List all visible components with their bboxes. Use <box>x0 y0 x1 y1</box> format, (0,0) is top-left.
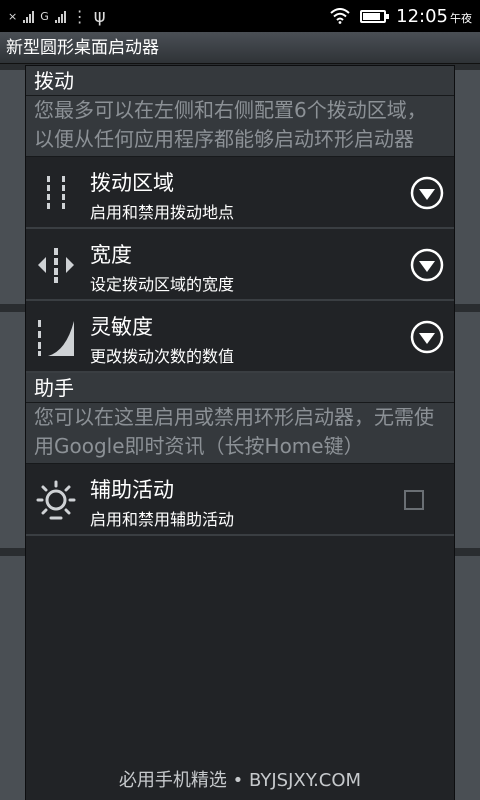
pref-summary: 启用和禁用辅助活动 <box>90 510 235 529</box>
more-icon: ⋮ <box>71 6 88 26</box>
status-bar: × G ⋮ ψ 12:05 午夜 <box>0 0 480 32</box>
chevron-down-icon[interactable] <box>410 248 444 282</box>
category-assist: 助手 <box>26 373 454 403</box>
pref-title: 宽度 <box>90 243 132 267</box>
category-swipe: 拨动 <box>26 66 454 96</box>
status-left: × G ⋮ ψ <box>8 6 106 27</box>
signal-icon <box>54 9 66 23</box>
battery-icon <box>360 9 390 23</box>
background-panel <box>454 312 480 548</box>
pref-sensitivity[interactable]: 灵敏度 更改拨动次数的数值 <box>26 301 454 373</box>
background-panel <box>454 556 480 800</box>
chevron-down-icon[interactable] <box>410 176 444 210</box>
pref-assist-activity[interactable]: 辅助活动 启用和禁用辅助活动 <box>26 464 454 536</box>
pref-summary: 更改拨动次数的数值 <box>90 347 235 366</box>
usb-icon: ψ <box>93 5 106 27</box>
clock: 12:05 <box>396 5 448 27</box>
wifi-icon <box>330 8 350 24</box>
background-panel <box>0 70 26 304</box>
chevron-down-icon[interactable] <box>410 320 444 354</box>
app-title: 新型圆形桌面启动器 <box>6 38 159 58</box>
pref-width[interactable]: 宽度 设定拨动区域的宽度 <box>26 229 454 301</box>
signal-icon <box>23 9 35 23</box>
pref-title: 拨动区域 <box>90 171 174 195</box>
clock-period: 午夜 <box>450 11 472 25</box>
sim1-label: × <box>8 9 18 23</box>
app-title-bar: 新型圆形桌面启动器 <box>0 32 480 64</box>
settings-panel: 拨动 您最多可以在左侧和右侧配置6个拨动区域，以便从任何应用程序都能够启动环形启… <box>26 66 454 800</box>
pref-title: 辅助活动 <box>90 478 174 502</box>
category-swipe-description: 您最多可以在左侧和右侧配置6个拨动区域，以便从任何应用程序都能够启动环形启动器 <box>26 96 454 157</box>
assist-icon <box>36 480 76 520</box>
pref-swipe-zones[interactable]: 拨动区域 启用和禁用拨动地点 <box>26 157 454 229</box>
footer-watermark: 必用手机精选 • BYJSJXY.COM <box>118 770 362 791</box>
pref-title: 灵敏度 <box>90 315 153 339</box>
pref-summary: 启用和禁用拨动地点 <box>90 203 235 222</box>
background-panel <box>454 70 480 304</box>
sensitivity-icon <box>38 320 74 356</box>
sim2-label: G <box>40 9 49 23</box>
pref-summary: 设定拨动区域的宽度 <box>90 275 235 294</box>
swipe-zones-icon <box>47 176 65 209</box>
width-icon <box>38 248 74 283</box>
category-assist-description: 您可以在这里启用或禁用环形启动器，无需使用Google即时资讯（长按Home键） <box>26 403 454 464</box>
assist-activity-checkbox[interactable] <box>404 490 424 510</box>
status-right: 12:05 午夜 <box>330 6 472 27</box>
background-panel <box>0 312 26 548</box>
background-panel <box>0 556 26 800</box>
